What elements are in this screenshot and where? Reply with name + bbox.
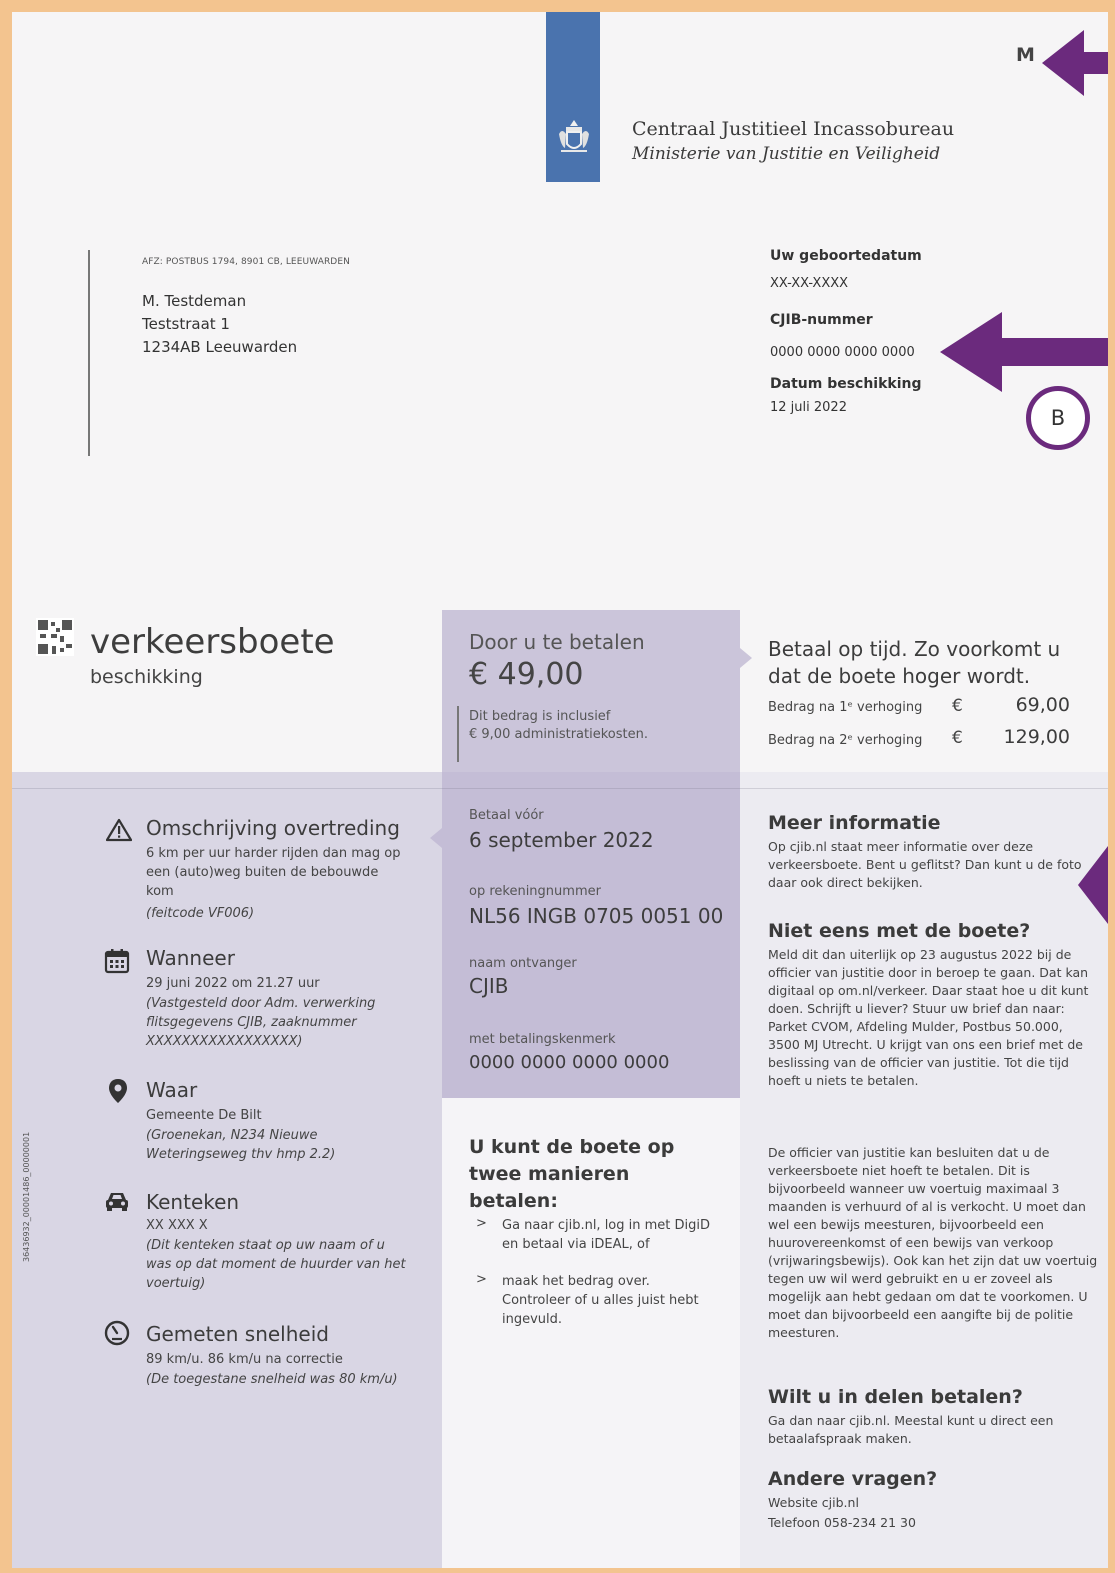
document-subtitle: beschikking (90, 666, 203, 688)
reference-value: 0000 0000 0000 0000 (469, 1052, 670, 1073)
installments-title: Wilt u in delen betalen? (768, 1386, 1023, 1408)
disagree-title: Niet eens met de boete? (768, 920, 1031, 942)
when-title: Wanneer (146, 946, 235, 970)
recipient-address: M. Testdeman Teststraat 1 1234AB Leeuwar… (142, 290, 297, 359)
government-logo-band (546, 12, 600, 182)
disagree-text: Meld dit dan uiterlijk op 23 augustus 20… (768, 947, 1089, 1088)
document-side-code: 36436932_00001486_00000001 (22, 1131, 31, 1262)
recipient-name: M. Testdeman (142, 292, 247, 310)
annotation-arrow-icon (940, 312, 1108, 392)
cjib-number-value: 0000 0000 0000 0000 (770, 345, 915, 360)
increase2-label: Bedrag na 2ᵉ verhoging (768, 733, 923, 748)
car-icon (106, 1193, 128, 1211)
where-note: (Groenekan, N234 Nieuwe Weteringseweg th… (146, 1128, 336, 1162)
installments-text: Ga dan naar cjib.nl. Meestal kunt u dire… (768, 1413, 1054, 1446)
fold-line (12, 788, 1108, 789)
increase1-value: 69,00 (1015, 694, 1070, 716)
offence-code: (feitcode VF006) (146, 906, 255, 921)
decision-date-value: 12 juli 2022 (770, 400, 847, 415)
plate-title: Kenteken (146, 1190, 240, 1214)
annotation-arrow-icon (1042, 30, 1108, 96)
recipient-value: CJIB (469, 974, 509, 998)
how-to-pay-item-2: maak het bedrag over. Controleer of u al… (502, 1274, 699, 1327)
annotation-m-label: M (1016, 44, 1035, 66)
dob-label: Uw geboortedatum (770, 248, 922, 264)
more-info-text: Op cjib.nl staat meer informatie over de… (768, 839, 1082, 890)
pay-before-value: 6 september 2022 (469, 828, 654, 852)
decision-date-label: Datum beschikking (770, 376, 922, 392)
reference-label: met betalingskenmerk (469, 1032, 616, 1047)
website-line: Website cjib.nl (768, 1495, 859, 1510)
return-address: AFZ: POSTBUS 1794, 8901 CB, LEEUWARDEN (142, 257, 350, 267)
address-rule (88, 250, 90, 456)
when-note: (Vastgesteld door Adm. verwerking flitsg… (146, 996, 376, 1049)
pay-before-label: Betaal vóór (469, 808, 544, 823)
coat-of-arms-icon (559, 120, 589, 152)
increase2-currency: € (952, 728, 963, 748)
amount-note-line2: € 9,00 administratiekosten. (469, 727, 648, 742)
speed-text: 89 km/u. 86 km/u na correctie (146, 1352, 343, 1367)
on-time-heading: Betaal op tijd. Zo voorkomt u dat de boe… (768, 637, 1061, 688)
ministry-name: Ministerie van Justitie en Veiligheid (632, 144, 941, 164)
account-value: NL56 INGB 0705 0051 00 (469, 904, 724, 928)
speedometer-icon (104, 1320, 130, 1346)
where-title: Waar (146, 1078, 198, 1102)
organisation-name: Centraal Justitieel Incassobureau (632, 118, 955, 140)
other-questions-title: Andere vragen? (768, 1468, 938, 1490)
how-to-pay-heading: U kunt de boete op twee manieren betalen… (469, 1136, 675, 1212)
how-to-pay-item-1: Ga naar cjib.nl, log in met DigiD en bet… (502, 1218, 711, 1252)
calendar-icon (104, 949, 130, 974)
speed-note: (De toegestane snelheid was 80 km/u) (146, 1372, 398, 1387)
recipient-street: Teststraat 1 (142, 315, 230, 333)
document-title: verkeersboete (90, 622, 335, 662)
bullet-2: > (476, 1272, 487, 1287)
amount-note-line1: Dit bedrag is inclusief (469, 709, 611, 724)
location-pin-icon (109, 1079, 127, 1103)
qr-code-icon (36, 618, 74, 656)
increase1-label: Bedrag na 1ᵉ verhoging (768, 700, 923, 715)
amount-value: € 49,00 (469, 657, 584, 692)
offence-title: Omschrijving overtreding (146, 816, 400, 840)
plate-note: (Dit kenteken staat op uw naam of u was … (146, 1238, 406, 1291)
letter-page: Centraal Justitieel Incassobureau Minist… (12, 12, 1108, 1568)
disagree-text-2: De officier van justitie kan besluiten d… (768, 1145, 1098, 1340)
cjib-number-label: CJIB-nummer (770, 312, 873, 328)
pointer-left (430, 828, 442, 848)
pointer-right (740, 648, 752, 668)
annotation-badge-b: B (1026, 386, 1090, 450)
more-info-title: Meer informatie (768, 812, 941, 834)
recipient-city: 1234AB Leeuwarden (142, 338, 298, 356)
account-label: op rekeningnummer (469, 884, 601, 899)
annotation-arrow-icon (1078, 846, 1108, 924)
plate-text: XX XXX X (146, 1218, 208, 1233)
speed-title: Gemeten snelheid (146, 1322, 329, 1346)
warning-icon (106, 818, 132, 842)
dob-value: XX-XX-XXXX (770, 276, 849, 291)
amount-note: Dit bedrag is inclusief € 9,00 administr… (469, 708, 729, 744)
offence-text: 6 km per uur harder rijden dan mag op ee… (146, 846, 401, 899)
where-text: Gemeente De Bilt (146, 1108, 262, 1123)
recipient-label: naam ontvanger (469, 956, 577, 971)
bullet-1: > (476, 1216, 487, 1231)
phone-line: Telefoon 058-234 21 30 (768, 1515, 916, 1530)
when-text: 29 juni 2022 om 21.27 uur (146, 976, 320, 991)
amount-note-rule (457, 706, 459, 762)
increase2-value: 129,00 (1003, 726, 1070, 748)
amount-label: Door u te betalen (469, 630, 645, 654)
increase1-currency: € (952, 696, 963, 716)
